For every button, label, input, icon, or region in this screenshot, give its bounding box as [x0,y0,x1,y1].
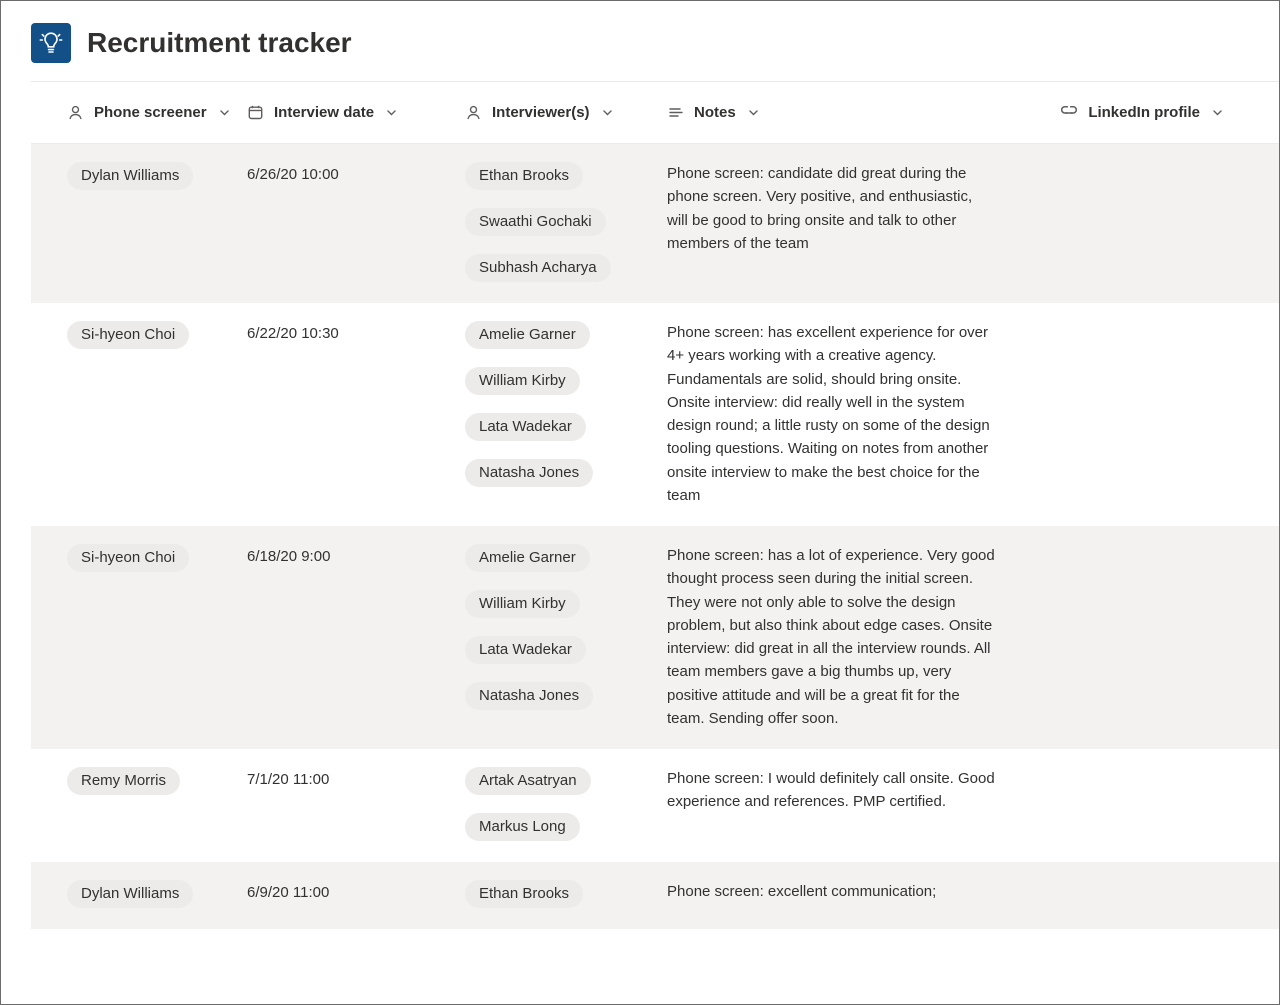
cell-interviewers: Ethan Brooks Swaathi Gochaki Subhash Achar… [465,160,667,284]
cell-phone-screener: Dylan Williams [31,160,247,192]
interviewer-pill[interactable]: Amelie Garner [465,321,590,349]
screener-pill[interactable]: Dylan Williams [67,162,193,190]
cell-interviewers: Amelie Garner William Kirby Lata Wadekar Na… [465,319,667,489]
notes-text: Phone screen: has excellent experience f… [667,319,1015,507]
cell-interviewers: Artak Asatryan Markus Long [465,765,667,843]
interviewer-pill[interactable]: William Kirby [465,367,580,395]
interviewer-pill[interactable]: Markus Long [465,813,580,841]
column-label: Notes [694,104,736,121]
interviewer-pill[interactable]: Lata Wadekar [465,413,586,441]
interviewer-pill[interactable]: Natasha Jones [465,682,593,710]
column-interviewers[interactable]: Interviewer(s) [465,104,667,121]
cell-notes: Phone screen: has a lot of experience. V… [667,542,1015,730]
interviewer-list: Artak Asatryan Markus Long [465,765,667,843]
interviewer-list: Amelie Garner William Kirby Lata Wadekar Na… [465,542,667,712]
cell-interview-date: 7/1/20 11:00 [247,765,465,788]
interviewer-pill[interactable]: Ethan Brooks [465,880,583,908]
cell-notes: Phone screen: candidate did great during… [667,160,1015,255]
person-icon [465,104,482,121]
cell-notes: Phone screen: excellent communication; [667,878,1015,903]
interviewer-list: Ethan Brooks [465,878,667,910]
page-title: Recruitment tracker [87,27,352,59]
table-header: Phone screener Interview date Intervie [31,82,1279,144]
screener-pill[interactable]: Si-hyeon Choi [67,321,189,349]
cell-interview-date: 6/22/20 10:30 [247,319,465,342]
column-label: Phone screener [94,104,207,121]
cell-notes: Phone screen: has excellent experience f… [667,319,1015,507]
column-notes[interactable]: Notes [667,104,1015,121]
table-row[interactable]: Dylan Williams 6/9/20 11:00Ethan Brooks Ph… [31,862,1279,929]
interview-date-text: 6/26/20 10:00 [247,160,465,183]
cell-interview-date: 6/26/20 10:00 [247,160,465,183]
cell-interview-date: 6/9/20 11:00 [247,878,465,901]
notes-icon [667,104,684,121]
column-interview-date[interactable]: Interview date [247,104,465,121]
notes-text: Phone screen: I would definitely call on… [667,765,1015,814]
chevron-down-icon [748,107,759,118]
chevron-down-icon [219,107,230,118]
page-header: Recruitment tracker [1,1,1279,81]
interviewer-pill[interactable]: Natasha Jones [465,459,593,487]
link-icon [1060,104,1078,122]
cell-phone-screener: Si-hyeon Choi [31,319,247,351]
column-label: Interview date [274,104,374,121]
cell-interviewers: Ethan Brooks [465,878,667,910]
interviewer-pill[interactable]: Artak Asatryan [465,767,591,795]
cell-notes: Phone screen: I would definitely call on… [667,765,1015,814]
column-label: LinkedIn profile [1088,104,1200,121]
table-row[interactable]: Si-hyeon Choi 6/18/20 9:00Amelie Garner Wi… [31,526,1279,749]
cell-phone-screener: Si-hyeon Choi [31,542,247,574]
notes-text: Phone screen: has a lot of experience. V… [667,542,1015,730]
cell-phone-screener: Dylan Williams [31,878,247,910]
screener-pill[interactable]: Si-hyeon Choi [67,544,189,572]
table-row[interactable]: Si-hyeon Choi 6/22/20 10:30Amelie Garner W… [31,303,1279,526]
table-row[interactable]: Dylan Williams 6/26/20 10:00Ethan Brooks S… [31,144,1279,303]
interviewer-pill[interactable]: Subhash Acharya [465,254,611,282]
column-phone-screener[interactable]: Phone screener [31,104,247,121]
chevron-down-icon [1212,107,1223,118]
notes-text: Phone screen: excellent communication; [667,878,1015,903]
screener-pill[interactable]: Dylan Williams [67,880,193,908]
app-icon [31,23,71,63]
interviewer-list: Ethan Brooks Swaathi Gochaki Subhash Achar… [465,160,667,284]
interview-date-text: 6/18/20 9:00 [247,542,465,565]
table: Phone screener Interview date Intervie [31,81,1279,929]
interviewer-pill[interactable]: Lata Wadekar [465,636,586,664]
interviewer-list: Amelie Garner William Kirby Lata Wadekar Na… [465,319,667,489]
cell-interview-date: 6/18/20 9:00 [247,542,465,565]
screener-pill[interactable]: Remy Morris [67,767,180,795]
interviewer-pill[interactable]: Ethan Brooks [465,162,583,190]
person-icon [67,104,84,121]
notes-text: Phone screen: candidate did great during… [667,160,1015,255]
lightbulb-icon [38,30,64,56]
table-body: Dylan Williams6/26/20 10:00Ethan BrooksS… [31,144,1279,929]
column-linkedin-profile[interactable]: LinkedIn profile [1015,104,1279,122]
interview-date-text: 6/9/20 11:00 [247,878,465,901]
interview-date-text: 6/22/20 10:30 [247,319,465,342]
interviewer-pill[interactable]: Amelie Garner [465,544,590,572]
table-row[interactable]: Remy Morris 7/1/20 11:00Artak Asatryan Mar… [31,749,1279,862]
calendar-icon [247,104,264,121]
cell-interviewers: Amelie Garner William Kirby Lata Wadekar Na… [465,542,667,712]
interviewer-pill[interactable]: Swaathi Gochaki [465,208,606,236]
interview-date-text: 7/1/20 11:00 [247,765,465,788]
cell-phone-screener: Remy Morris [31,765,247,797]
chevron-down-icon [602,107,613,118]
interviewer-pill[interactable]: William Kirby [465,590,580,618]
column-label: Interviewer(s) [492,104,590,121]
chevron-down-icon [386,107,397,118]
app-frame: Recruitment tracker Phone screener Inter… [0,0,1280,1005]
